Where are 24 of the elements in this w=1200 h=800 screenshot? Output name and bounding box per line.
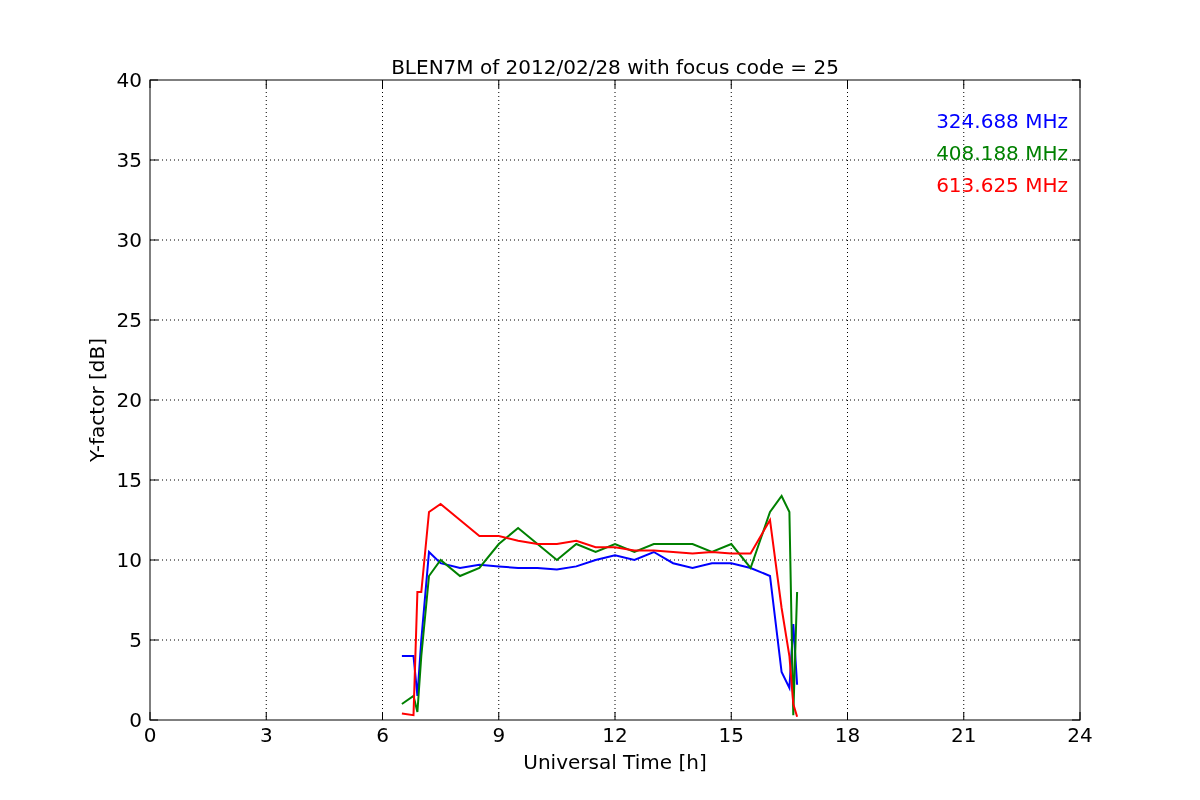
x-tick-label: 12 [602, 723, 628, 747]
x-tick-label: 15 [718, 723, 744, 747]
x-tick-label: 9 [492, 723, 506, 747]
x-tick-label: 21 [951, 723, 977, 747]
y-tick-label: 10 [116, 548, 142, 572]
y-tick-label: 35 [116, 148, 142, 172]
x-tick-label: 24 [1067, 723, 1093, 747]
y-tick-label: 25 [116, 308, 142, 332]
x-tick-label: 18 [834, 723, 861, 747]
x-tick-label: 6 [376, 723, 389, 747]
legend-label: 613.625 MHz [936, 173, 1068, 197]
y-axis-label: Y-factor [dB] [85, 338, 109, 462]
y-tick-label: 15 [116, 468, 142, 492]
x-axis-label: Universal Time [h] [523, 750, 707, 774]
x-tick-label: 3 [259, 723, 273, 747]
legend-label: 324.688 MHz [936, 109, 1068, 133]
x-tick-label: 0 [143, 723, 157, 747]
y-tick-label: 40 [116, 68, 142, 92]
y-tick-label: 0 [129, 708, 142, 732]
chart-title: BLEN7M of 2012/02/28 with focus code = 25 [391, 55, 839, 79]
legend-label: 408.188 MHz [936, 141, 1068, 165]
y-tick-label: 30 [116, 228, 142, 252]
y-tick-label: 5 [129, 628, 142, 652]
y-tick-label: 20 [116, 388, 142, 412]
